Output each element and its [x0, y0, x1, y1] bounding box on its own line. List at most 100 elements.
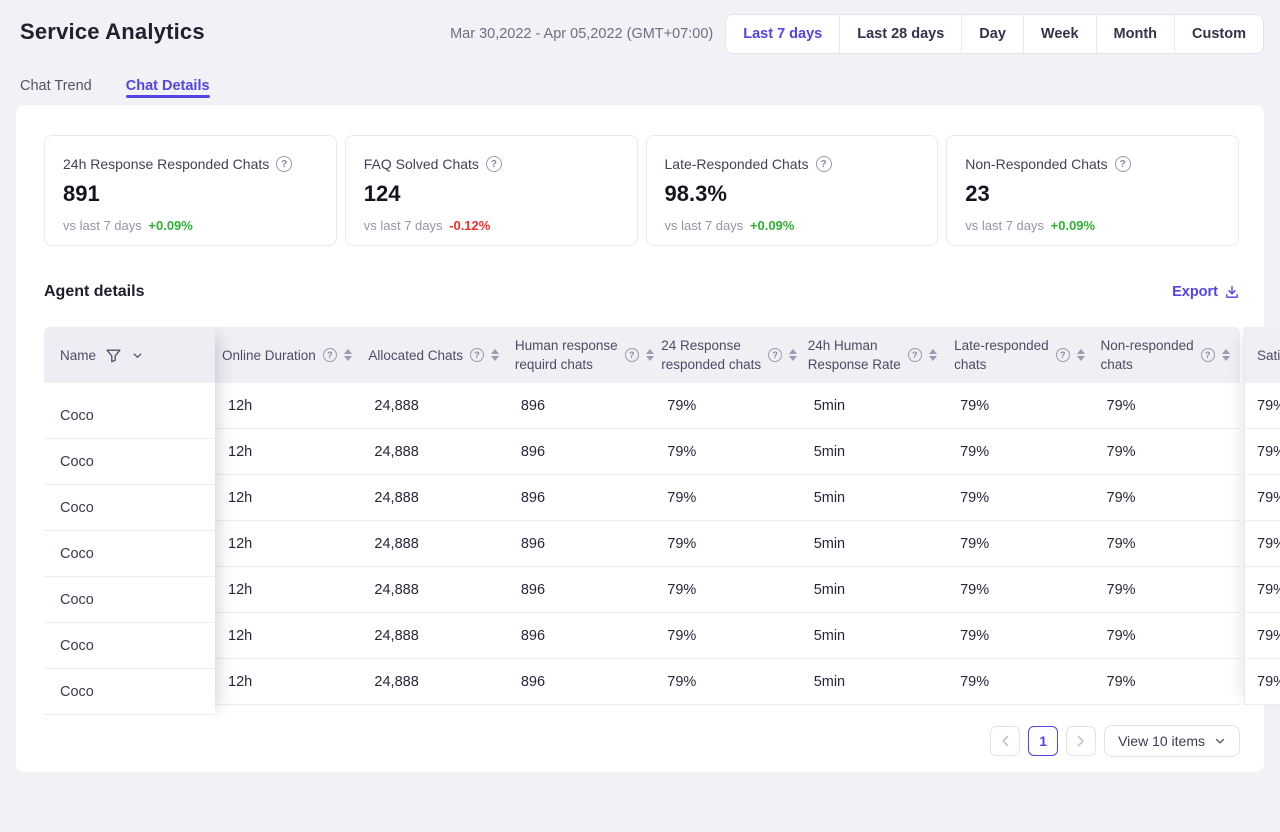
agent-name-cell[interactable]: Coco: [44, 531, 215, 577]
table-cell: 79%: [654, 383, 800, 428]
table-cell: 79%: [654, 521, 800, 566]
satisfaction-cell: 79%: [1245, 521, 1280, 567]
table-row[interactable]: 12h24,88889679%5min79%79%: [44, 475, 1240, 521]
service-analytics-page: Service Analytics Mar 30,2022 - Apr 05,2…: [0, 0, 1280, 98]
table-cell: 12h: [215, 567, 361, 612]
table-cell: 12h: [215, 383, 361, 428]
help-icon[interactable]: [908, 348, 922, 362]
table-cell: 79%: [947, 521, 1093, 566]
agent-table: Online Duration Allocated Chats Human re…: [44, 327, 1280, 719]
previous-page-button[interactable]: [990, 726, 1020, 756]
table-row[interactable]: 12h24,88889679%5min79%79%: [44, 521, 1240, 567]
help-icon[interactable]: [486, 156, 502, 172]
sort-icon[interactable]: [491, 349, 499, 361]
download-icon: [1224, 284, 1240, 300]
page-header: Service Analytics Mar 30,2022 - Apr 05,2…: [0, 0, 1280, 54]
table-cell: 24,888: [361, 521, 507, 566]
agent-name-cell[interactable]: Coco: [44, 577, 215, 623]
stat-card: 24h Response Responded Chats 891 vs last…: [44, 135, 337, 246]
table-column-header[interactable]: 24 Response responded chats: [654, 327, 800, 383]
stat-card-comparison: vs last 7 days -0.12%: [364, 218, 619, 233]
table-cell: 79%: [947, 567, 1093, 612]
help-icon[interactable]: [1056, 348, 1070, 362]
date-range-button[interactable]: Last 28 days: [839, 15, 961, 53]
satisfaction-cell: 79%: [1245, 567, 1280, 613]
help-icon[interactable]: [323, 348, 337, 362]
date-range-button[interactable]: Month: [1096, 15, 1174, 53]
help-icon[interactable]: [276, 156, 292, 172]
table-row[interactable]: 12h24,88889679%5min79%79%: [44, 429, 1240, 475]
help-icon[interactable]: [768, 348, 782, 362]
sort-icon[interactable]: [646, 349, 654, 361]
sort-icon[interactable]: [344, 349, 352, 361]
tab-chat-details[interactable]: Chat Details: [126, 78, 210, 98]
agent-name-cell[interactable]: Coco: [44, 485, 215, 531]
sort-icon[interactable]: [929, 349, 937, 361]
stat-card-value: 23: [965, 181, 1220, 207]
table-cell: 79%: [1094, 567, 1240, 612]
agent-name-cell[interactable]: Coco: [44, 393, 215, 439]
satisfaction-column-header[interactable]: Satis: [1245, 327, 1280, 383]
stat-card-title: FAQ Solved Chats: [364, 156, 619, 172]
date-range-button[interactable]: Week: [1023, 15, 1096, 53]
page-title: Service Analytics: [20, 14, 205, 45]
content-panel: 24h Response Responded Chats 891 vs last…: [16, 105, 1264, 772]
help-icon[interactable]: [625, 348, 639, 362]
table-cell: 896: [508, 475, 654, 520]
sort-icon[interactable]: [1222, 349, 1230, 361]
table-cell: 79%: [654, 567, 800, 612]
table-column-header[interactable]: Non-responded chats: [1094, 327, 1240, 383]
help-icon[interactable]: [816, 156, 832, 172]
table-cell: 24,888: [361, 659, 507, 704]
satisfaction-cell: 79%: [1245, 659, 1280, 705]
table-column-header[interactable]: Human response requird chats: [508, 327, 654, 383]
table-column-header[interactable]: 24h Human Response Rate: [801, 327, 947, 383]
table-row[interactable]: 12h24,88889679%5min79%79%: [44, 613, 1240, 659]
help-icon[interactable]: [1115, 156, 1131, 172]
table-cell: 5min: [801, 659, 947, 704]
table-cell: 24,888: [361, 613, 507, 658]
agent-name-cell[interactable]: Coco: [44, 669, 215, 715]
date-range-button[interactable]: Custom: [1174, 15, 1263, 53]
table-column-header[interactable]: Allocated Chats: [361, 327, 507, 383]
table-cell: 79%: [947, 613, 1093, 658]
table-cell: 896: [508, 383, 654, 428]
table-cell: 896: [508, 521, 654, 566]
table-cell: 12h: [215, 429, 361, 474]
table-cell: 12h: [215, 659, 361, 704]
table-row[interactable]: 12h24,88889679%5min79%79%: [44, 567, 1240, 613]
sort-icon[interactable]: [1077, 349, 1085, 361]
date-range-button[interactable]: Day: [961, 15, 1023, 53]
tab-chat-trend[interactable]: Chat Trend: [20, 78, 92, 98]
table-cell: 79%: [1094, 475, 1240, 520]
page-number-button[interactable]: 1: [1028, 726, 1058, 756]
chevron-down-icon[interactable]: [131, 349, 144, 362]
table-column-header[interactable]: Late-responded chats: [947, 327, 1093, 383]
table-cell: 79%: [1094, 613, 1240, 658]
table-column-header[interactable]: Online Duration: [215, 327, 361, 383]
agent-name-cell[interactable]: Coco: [44, 439, 215, 485]
table-cell: 5min: [801, 475, 947, 520]
date-range-button[interactable]: Last 7 days: [726, 15, 839, 53]
table-cell: 24,888: [361, 475, 507, 520]
name-column-header[interactable]: Name: [44, 327, 215, 383]
agent-details-header: Agent details Export: [44, 283, 1240, 301]
page-size-select[interactable]: View 10 items: [1104, 725, 1240, 757]
table-cell: 79%: [654, 429, 800, 474]
export-button[interactable]: Export: [1172, 284, 1240, 300]
pagination: 1 View 10 items: [16, 725, 1240, 757]
table-cell: 896: [508, 659, 654, 704]
table-cell: 79%: [1094, 383, 1240, 428]
sort-icon[interactable]: [789, 349, 797, 361]
help-icon[interactable]: [470, 348, 484, 362]
filter-icon[interactable]: [105, 347, 122, 364]
stat-card: Late-Responded Chats 98.3% vs last 7 day…: [646, 135, 939, 246]
stat-cards-row: 24h Response Responded Chats 891 vs last…: [44, 135, 1239, 246]
next-page-button[interactable]: [1066, 726, 1096, 756]
table-row[interactable]: 12h24,88889679%5min79%79%: [44, 383, 1240, 429]
help-icon[interactable]: [1201, 348, 1215, 362]
agent-name-cell[interactable]: Coco: [44, 623, 215, 669]
table-row[interactable]: 12h24,88889679%5min79%79%: [44, 659, 1240, 705]
table-cell: 79%: [1094, 521, 1240, 566]
table-cell: 896: [508, 567, 654, 612]
